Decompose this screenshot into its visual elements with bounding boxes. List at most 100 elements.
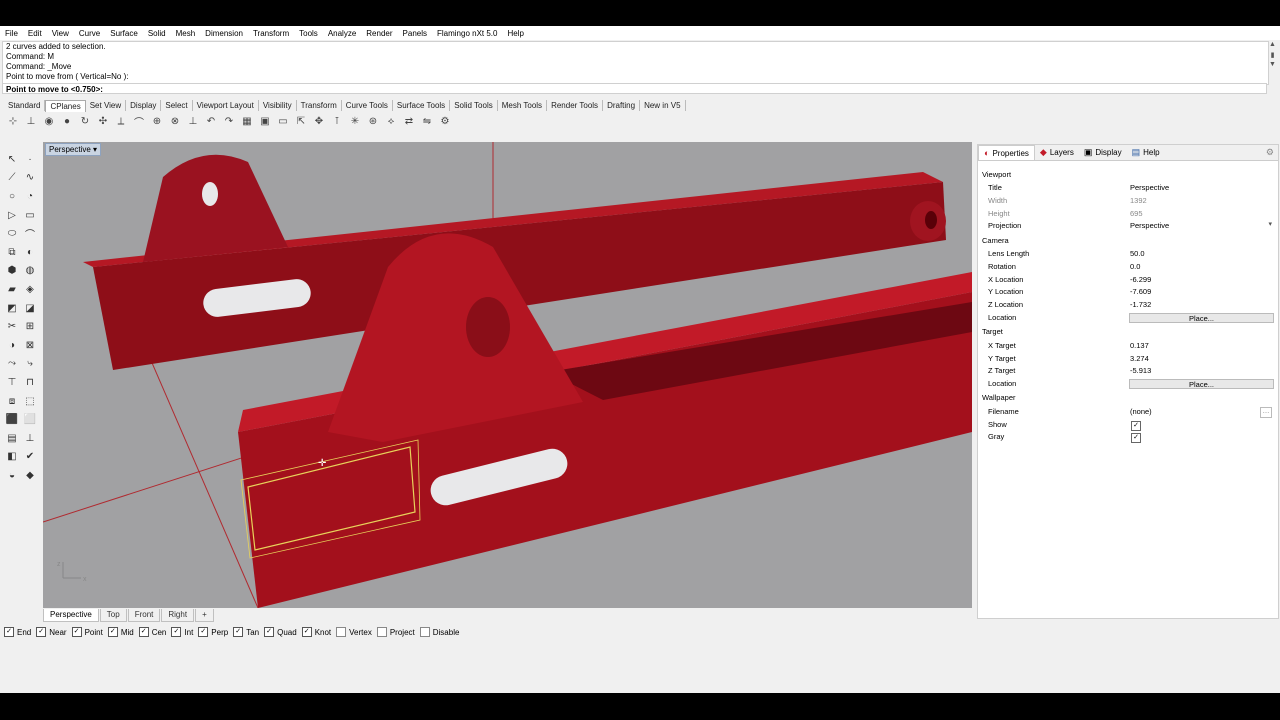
cplane-top-icon[interactable]: ⊗: [166, 114, 184, 128]
place-target-button[interactable]: Place...: [1129, 379, 1274, 389]
cplane-view-icon[interactable]: ⊥: [184, 114, 202, 128]
scale-icon[interactable]: ⬜: [21, 410, 39, 429]
cplane-save-icon[interactable]: ▣: [256, 114, 274, 128]
menu-solid[interactable]: Solid: [143, 29, 171, 38]
show-checkbox[interactable]: ✓: [1131, 421, 1141, 431]
cplane-flip-icon[interactable]: ⇋: [418, 114, 436, 128]
ztarget-field[interactable]: -5.913: [1130, 365, 1270, 377]
layout-icon[interactable]: ▤: [3, 429, 21, 448]
cplane-icon[interactable]: ⊹: [4, 114, 22, 128]
tab-select[interactable]: Select: [161, 100, 193, 111]
osnap-disable[interactable]: ✓Disable: [419, 627, 459, 637]
yloc-field[interactable]: -7.609: [1130, 286, 1270, 298]
checkbox[interactable]: ✓: [4, 627, 14, 637]
model-view[interactable]: ✛ x z: [43, 142, 972, 608]
menu-render[interactable]: Render: [361, 29, 397, 38]
menu-tools[interactable]: Tools: [294, 29, 323, 38]
cplane-surface-icon[interactable]: ⊛: [364, 114, 382, 128]
xtarget-field[interactable]: 0.137: [1130, 340, 1270, 352]
tab-standard[interactable]: Standard: [4, 100, 46, 111]
menu-analyze[interactable]: Analyze: [323, 29, 361, 38]
osnap-mid[interactable]: ✓ Mid: [107, 627, 134, 637]
projection-select[interactable]: Perspective: [1130, 220, 1270, 232]
rectangle-icon[interactable]: ▭: [21, 206, 39, 225]
menu-curve[interactable]: Curve: [74, 29, 105, 38]
group-icon[interactable]: ⧈: [3, 392, 21, 411]
title-field[interactable]: Perspective: [1130, 182, 1270, 194]
checkbox[interactable]: ✓: [233, 627, 244, 637]
edit-surface-icon[interactable]: ◪: [21, 299, 39, 318]
polyline-icon[interactable]: ⟋: [3, 169, 21, 188]
rotation-field[interactable]: 0.0: [1130, 261, 1270, 273]
array-icon[interactable]: ⬛: [3, 410, 21, 429]
cplane-grid-icon[interactable]: ▦: [238, 114, 256, 128]
viewport-title[interactable]: Perspective ▾: [45, 143, 102, 156]
cplane-open-icon[interactable]: ▭: [274, 114, 292, 128]
osnap-knot[interactable]: ✓ Knot: [301, 627, 331, 637]
checkbox[interactable]: ✓: [107, 627, 118, 637]
check-icon[interactable]: ✔: [21, 448, 39, 467]
chevron-down-icon[interactable]: ▾: [1268, 220, 1272, 228]
menu-help[interactable]: Help: [502, 29, 528, 38]
fillet-curve-icon[interactable]: ⌒: [21, 224, 39, 243]
cplane-swap-icon[interactable]: ⇄: [400, 114, 418, 128]
osnap-project[interactable]: ✓Project: [376, 627, 415, 637]
extrude-icon[interactable]: ▰: [3, 280, 21, 299]
tab-viewport-layout[interactable]: Viewport Layout: [193, 100, 259, 111]
checkbox[interactable]: ✓: [301, 627, 312, 637]
checkbox[interactable]: ✓: [71, 627, 82, 637]
light-icon[interactable]: ◆: [21, 466, 39, 485]
gray-checkbox[interactable]: ✓: [1131, 433, 1141, 443]
xloc-field[interactable]: -6.299: [1130, 274, 1270, 286]
browse-button[interactable]: …: [1260, 407, 1272, 418]
checkbox[interactable]: ✓: [376, 627, 387, 637]
osnap-quad[interactable]: ✓ Quad: [264, 627, 297, 637]
checkbox[interactable]: ✓: [336, 627, 347, 637]
tab-top[interactable]: Top: [99, 609, 127, 622]
material-icon[interactable]: ◒: [3, 466, 21, 485]
tab-layers[interactable]: ◆ Layers: [1035, 146, 1079, 160]
cplane-3point-icon[interactable]: ✣: [94, 114, 112, 128]
scroll-down-icon[interactable]: ▼: [1268, 61, 1277, 71]
checkbox[interactable]: ✓: [138, 627, 149, 637]
analyze-icon[interactable]: ⊥: [21, 429, 39, 448]
tab-display-panel[interactable]: ▣ Display: [1079, 146, 1127, 160]
checkbox[interactable]: ✓: [198, 627, 209, 637]
join-icon[interactable]: ⤳: [3, 355, 21, 374]
tab-front[interactable]: Front: [127, 609, 161, 622]
menu-surface[interactable]: Surface: [105, 29, 143, 38]
box-icon[interactable]: ⬢: [3, 262, 21, 281]
menu-view[interactable]: View: [47, 29, 74, 38]
checkbox[interactable]: ✓: [264, 627, 275, 637]
tab-help[interactable]: ▤ Help: [1127, 146, 1165, 160]
cplane-curve-icon[interactable]: ⌒: [130, 114, 148, 129]
checkbox[interactable]: ✓: [171, 627, 182, 637]
text-icon[interactable]: ⊓: [21, 373, 39, 392]
cplane-named-icon[interactable]: ✳: [346, 114, 364, 128]
dimension-icon[interactable]: ⊤: [3, 373, 21, 392]
ytarget-field[interactable]: 3.274: [1130, 353, 1270, 365]
command-history[interactable]: 2 curves added to selection. Command: M …: [2, 41, 1269, 85]
tab-cplanes[interactable]: CPlanes: [45, 100, 86, 112]
cplane-rotate-icon[interactable]: ↻: [76, 114, 94, 128]
explode-icon[interactable]: ⤷: [21, 355, 39, 374]
point-icon[interactable]: ·: [21, 150, 39, 169]
gear-icon[interactable]: ⚙: [1266, 147, 1274, 158]
cplane-object-icon[interactable]: ●: [58, 114, 76, 128]
tab-solid-tools[interactable]: Solid Tools: [450, 100, 498, 111]
menu-dimension[interactable]: Dimension: [200, 29, 248, 38]
cplane-axis-icon[interactable]: ⊺: [328, 114, 346, 128]
menu-file[interactable]: File: [0, 29, 23, 38]
scroll-up-icon[interactable]: ▲: [1268, 41, 1277, 51]
cplane-world-icon[interactable]: ⊕: [148, 114, 166, 128]
scroll-thumb[interactable]: ▮: [1268, 51, 1277, 61]
perspective-viewport[interactable]: ✛ x z Perspective ▾: [43, 142, 972, 608]
tab-visibility[interactable]: Visibility: [259, 100, 297, 111]
curve-icon[interactable]: ∿: [21, 169, 39, 188]
menu-edit[interactable]: Edit: [23, 29, 47, 38]
checkbox[interactable]: ✓: [419, 627, 430, 637]
boolean-icon[interactable]: ◑: [3, 336, 21, 355]
curve-tools-icon[interactable]: ⧉: [3, 243, 21, 262]
arc-icon[interactable]: ◔: [21, 187, 39, 206]
tab-properties[interactable]: ◐ Properties: [978, 145, 1035, 160]
